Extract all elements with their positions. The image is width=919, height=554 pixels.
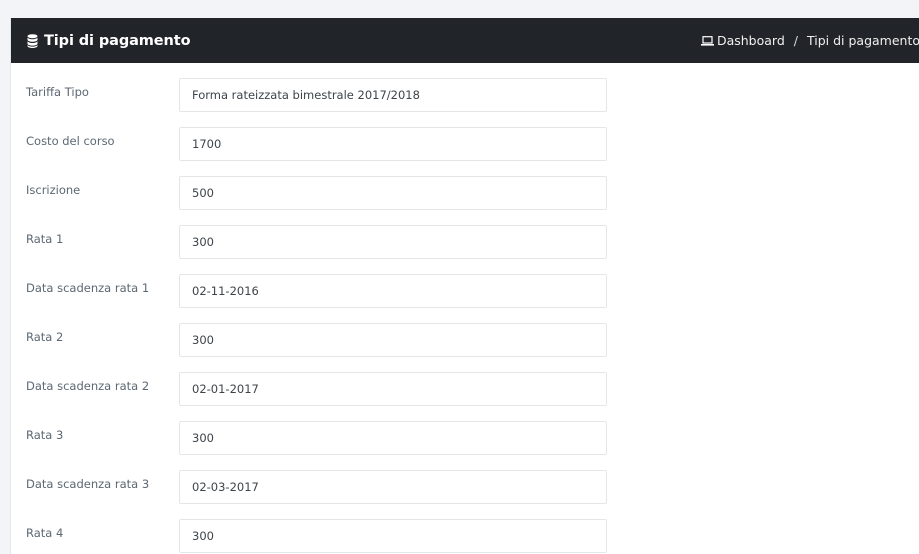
form-row-rata-3: Rata 3 — [11, 421, 919, 470]
form-row-iscrizione: Iscrizione — [11, 176, 919, 225]
tariffa-tipo-input[interactable] — [179, 78, 607, 112]
field-label: Data scadenza rata 1 — [26, 281, 150, 295]
form-row-rata-2: Rata 2 — [11, 323, 919, 372]
form-row-costo-corso: Costo del corso — [11, 127, 919, 176]
page-title-text: Tipi di pagamento — [44, 32, 191, 49]
form-row-tariffa-tipo: Tariffa Tipo — [11, 78, 919, 127]
field-label: Data scadenza rata 2 — [26, 379, 150, 393]
breadcrumb-dashboard-link[interactable]: Dashboard — [717, 33, 785, 48]
field-label: Rata 3 — [26, 428, 64, 442]
scadenza-rata-1-input[interactable] — [179, 274, 607, 308]
field-label: Data scadenza rata 3 — [26, 477, 150, 491]
iscrizione-input[interactable] — [179, 176, 607, 210]
field-label: Iscrizione — [26, 183, 81, 197]
form-row-rata-4: Rata 4 — [11, 519, 919, 554]
rata-1-input[interactable] — [179, 225, 607, 259]
scadenza-rata-2-input[interactable] — [179, 372, 607, 406]
card-header: Tipi di pagamento Dashboard / Tipi di pa… — [11, 18, 919, 63]
costo-corso-input[interactable] — [179, 127, 607, 161]
laptop-icon — [700, 35, 714, 46]
field-label: Tariffa Tipo — [26, 85, 89, 99]
page-title: Tipi di pagamento — [27, 32, 191, 49]
field-label: Costo del corso — [26, 134, 115, 148]
breadcrumb: Dashboard / Tipi di pagamento — [700, 33, 919, 48]
form-row-scadenza-rata-1: Data scadenza rata 1 — [11, 274, 919, 323]
database-icon — [27, 33, 38, 48]
rata-4-input[interactable] — [179, 519, 607, 553]
rata-2-input[interactable] — [179, 323, 607, 357]
breadcrumb-current: Tipi di pagamento — [806, 33, 919, 48]
form-row-scadenza-rata-2: Data scadenza rata 2 — [11, 372, 919, 421]
field-label: Rata 4 — [26, 526, 64, 540]
scadenza-rata-3-input[interactable] — [179, 470, 607, 504]
field-label: Rata 2 — [26, 330, 64, 344]
breadcrumb-separator: / — [793, 33, 798, 48]
form-row-scadenza-rata-3: Data scadenza rata 3 — [11, 470, 919, 519]
field-label: Rata 1 — [26, 232, 64, 246]
payment-types-card: Tipi di pagamento Dashboard / Tipi di pa… — [10, 18, 919, 554]
form-row-rata-1: Rata 1 — [11, 225, 919, 274]
rata-3-input[interactable] — [179, 421, 607, 455]
